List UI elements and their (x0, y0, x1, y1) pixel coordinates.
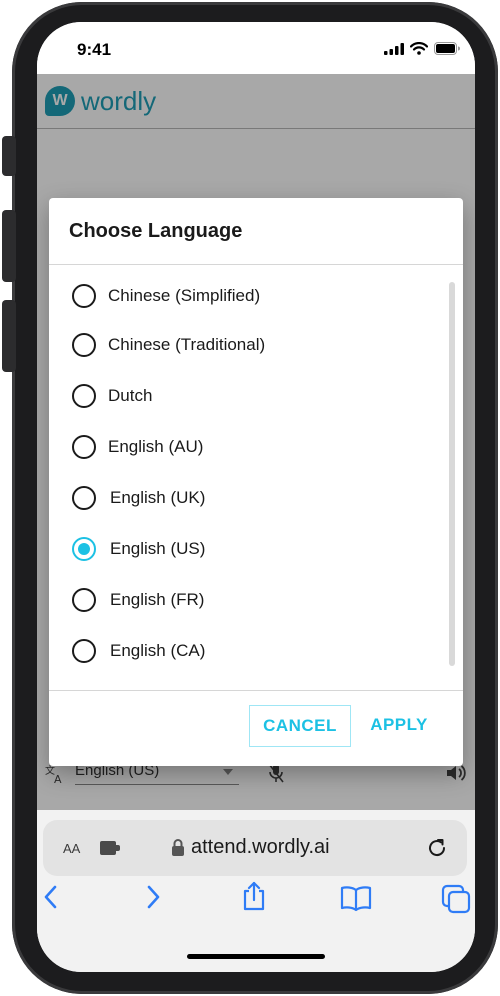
extension-icon[interactable] (99, 838, 123, 858)
language-option-label: English (AU) (108, 437, 204, 456)
choose-language-dialog: Choose Language Chinese (Simplified) Chi… (49, 198, 463, 766)
language-option-english-uk[interactable]: English (UK) (49, 476, 449, 520)
forward-icon[interactable] (143, 884, 163, 910)
phone-screen: 9:41 W wordly 文 A English (US) Choose La… (37, 22, 475, 972)
language-option-label: English (UK) (110, 488, 206, 507)
wifi-icon (410, 42, 428, 55)
back-icon[interactable] (41, 884, 61, 910)
address-bar[interactable]: AA attend.wordly.ai (43, 820, 467, 876)
language-option-label: Chinese (Simplified) (108, 286, 261, 305)
status-bar: 9:41 (37, 22, 475, 74)
lock-icon (172, 839, 184, 856)
cellular-signal-icon (384, 42, 404, 55)
language-option-english-us[interactable]: English (US) (49, 527, 449, 571)
radio-button[interactable] (72, 284, 96, 308)
url-text: attend.wordly.ai (191, 836, 330, 858)
language-option-english-ca[interactable]: English (CA) (49, 629, 449, 673)
language-list: Chinese (Simplified) Chinese (Traditiona… (49, 266, 463, 690)
bookmarks-icon[interactable] (339, 884, 373, 912)
language-option-label: English (FR) (110, 590, 205, 609)
language-option-label: English (CA) (110, 641, 206, 660)
reader-settings-button[interactable]: AA (63, 838, 80, 858)
tabs-icon[interactable] (441, 884, 471, 914)
list-scrollbar[interactable] (449, 282, 455, 666)
home-indicator (187, 954, 325, 959)
language-option-label: Dutch (108, 386, 153, 405)
radio-button[interactable] (72, 588, 96, 612)
share-icon[interactable] (241, 880, 267, 912)
language-option-label: Chinese (Traditional) (108, 335, 266, 354)
language-option-english-au[interactable]: English (AU) (49, 425, 449, 469)
volume-down-button (2, 300, 16, 372)
apply-button[interactable]: APPLY (359, 705, 439, 745)
status-icons (384, 42, 461, 55)
mute-switch (2, 136, 16, 176)
browser-chrome: AA attend.wordly.ai (37, 810, 475, 972)
language-option-english-fr[interactable]: English (FR) (49, 578, 449, 622)
language-option-dutch[interactable]: Dutch (49, 374, 449, 418)
language-option-chinese-traditional[interactable]: Chinese (Traditional) (49, 323, 449, 367)
dialog-title: Choose Language (69, 220, 243, 242)
radio-button[interactable] (72, 333, 96, 357)
radio-button[interactable] (72, 435, 96, 459)
radio-button[interactable] (72, 486, 96, 510)
volume-up-button (2, 210, 16, 282)
language-option-label: English (US) (110, 539, 206, 558)
battery-icon (434, 42, 460, 55)
dialog-footer-divider (49, 690, 463, 691)
status-time: 9:41 (77, 40, 112, 59)
dialog-header-divider (49, 264, 463, 265)
language-option-chinese-simplified[interactable]: Chinese (Simplified) (49, 274, 449, 318)
radio-button-selected[interactable] (72, 537, 96, 561)
radio-button[interactable] (72, 639, 96, 663)
cancel-button[interactable]: CANCEL (249, 705, 351, 747)
radio-button[interactable] (72, 384, 96, 408)
reload-icon[interactable] (425, 836, 449, 860)
